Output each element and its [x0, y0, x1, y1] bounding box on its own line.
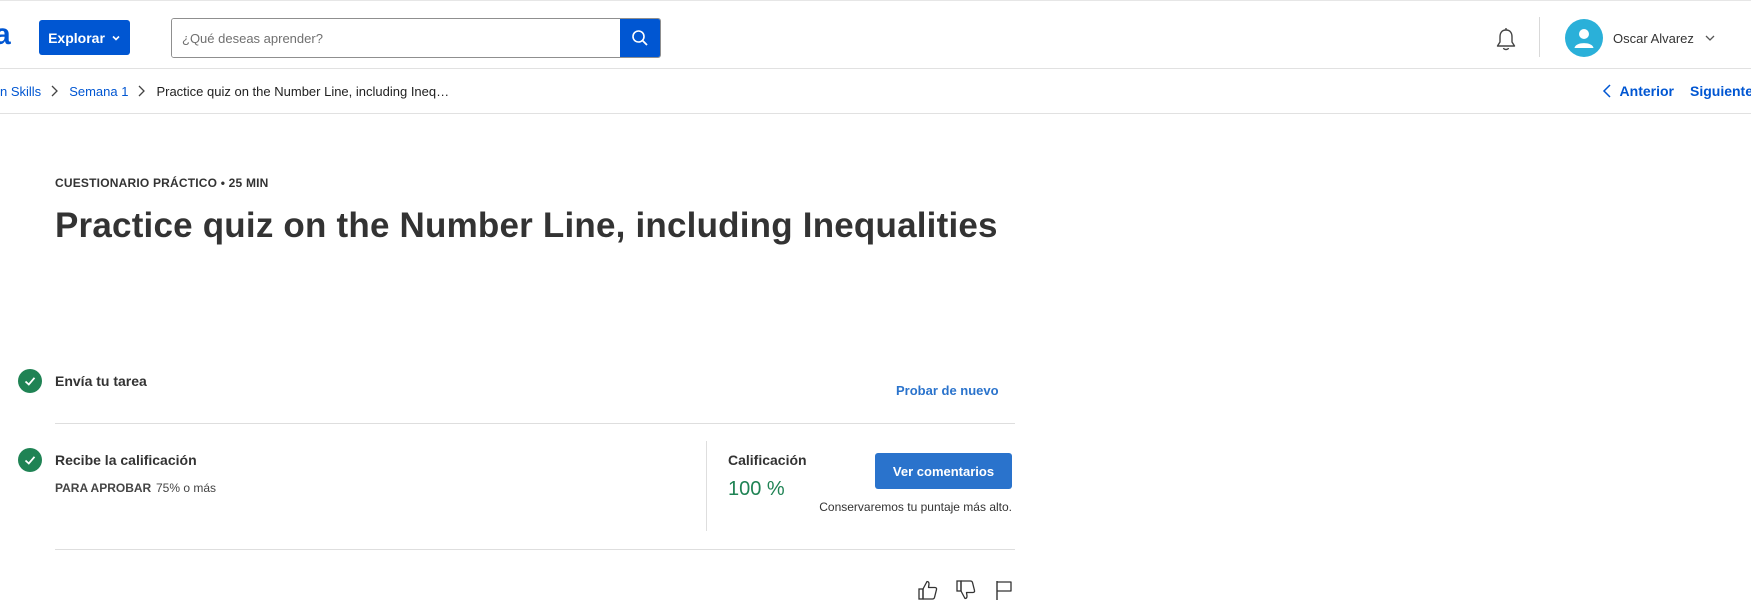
breadcrumb-bar: n Skills Semana 1 Practice quiz on the N…	[0, 69, 1751, 114]
breadcrumb-current: Practice quiz on the Number Line, includ…	[156, 83, 450, 99]
explore-label: Explorar	[48, 29, 105, 46]
breadcrumb-week[interactable]: Semana 1	[69, 84, 128, 99]
submit-step-title: Envía tu tarea	[55, 373, 147, 389]
user-name: Oscar Alvarez	[1613, 30, 1694, 46]
user-menu[interactable]: Oscar Alvarez	[1565, 19, 1716, 57]
item-navigation: Anterior Siguiente	[1602, 69, 1751, 113]
pass-threshold-value: 75% o más	[156, 481, 217, 495]
search-button[interactable]	[620, 19, 660, 57]
bell-icon[interactable]	[1494, 27, 1518, 53]
previous-label: Anterior	[1619, 83, 1674, 99]
divider	[55, 423, 1015, 424]
item-type-label: CUESTIONARIO PRÁCTICO • 25 MIN	[55, 176, 269, 190]
search-input[interactable]	[172, 19, 620, 57]
breadcrumb-course[interactable]: n Skills	[0, 84, 41, 99]
search-icon	[632, 30, 648, 46]
next-button[interactable]: Siguiente	[1690, 83, 1751, 99]
grade-divider	[706, 441, 707, 531]
flag-icon[interactable]	[993, 579, 1015, 601]
breadcrumb: n Skills Semana 1 Practice quiz on the N…	[0, 69, 449, 113]
highest-score-note: Conservaremos tu puntaje más alto.	[819, 500, 1012, 514]
retry-button[interactable]: Probar de nuevo	[896, 383, 999, 398]
pass-threshold-label: PARA APROBAR	[55, 481, 152, 495]
user-avatar-icon	[1565, 19, 1603, 57]
grade-value: 100 %	[728, 478, 785, 500]
search-bar	[171, 18, 661, 58]
previous-button[interactable]: Anterior	[1602, 83, 1674, 99]
logo[interactable]: a	[0, 20, 11, 50]
chevron-right-icon	[51, 85, 59, 97]
chevron-right-icon	[138, 85, 146, 97]
top-header: a Explorar ¿Qué deseas aprender? Oscar A…	[0, 0, 1751, 69]
page: a Explorar ¿Qué deseas aprender? Oscar A…	[0, 0, 1751, 608]
explore-button[interactable]: Explorar	[39, 20, 130, 55]
chevron-left-icon	[1602, 84, 1611, 98]
divider	[55, 549, 1015, 550]
chevron-down-icon	[1705, 35, 1715, 41]
header-divider	[1539, 17, 1540, 57]
grade-label: Calificación	[728, 452, 807, 468]
view-feedback-button[interactable]: Ver comentarios	[875, 453, 1012, 489]
thumbs-up-icon[interactable]	[917, 579, 939, 601]
chevron-down-icon	[112, 35, 120, 41]
check-icon	[18, 448, 42, 472]
grade-step-title: Recibe la calificación	[55, 452, 197, 468]
check-icon	[18, 369, 42, 393]
thumbs-down-icon[interactable]	[955, 579, 977, 601]
page-title: Practice quiz on the Number Line, includ…	[55, 206, 998, 245]
feedback-actions	[917, 579, 1015, 601]
